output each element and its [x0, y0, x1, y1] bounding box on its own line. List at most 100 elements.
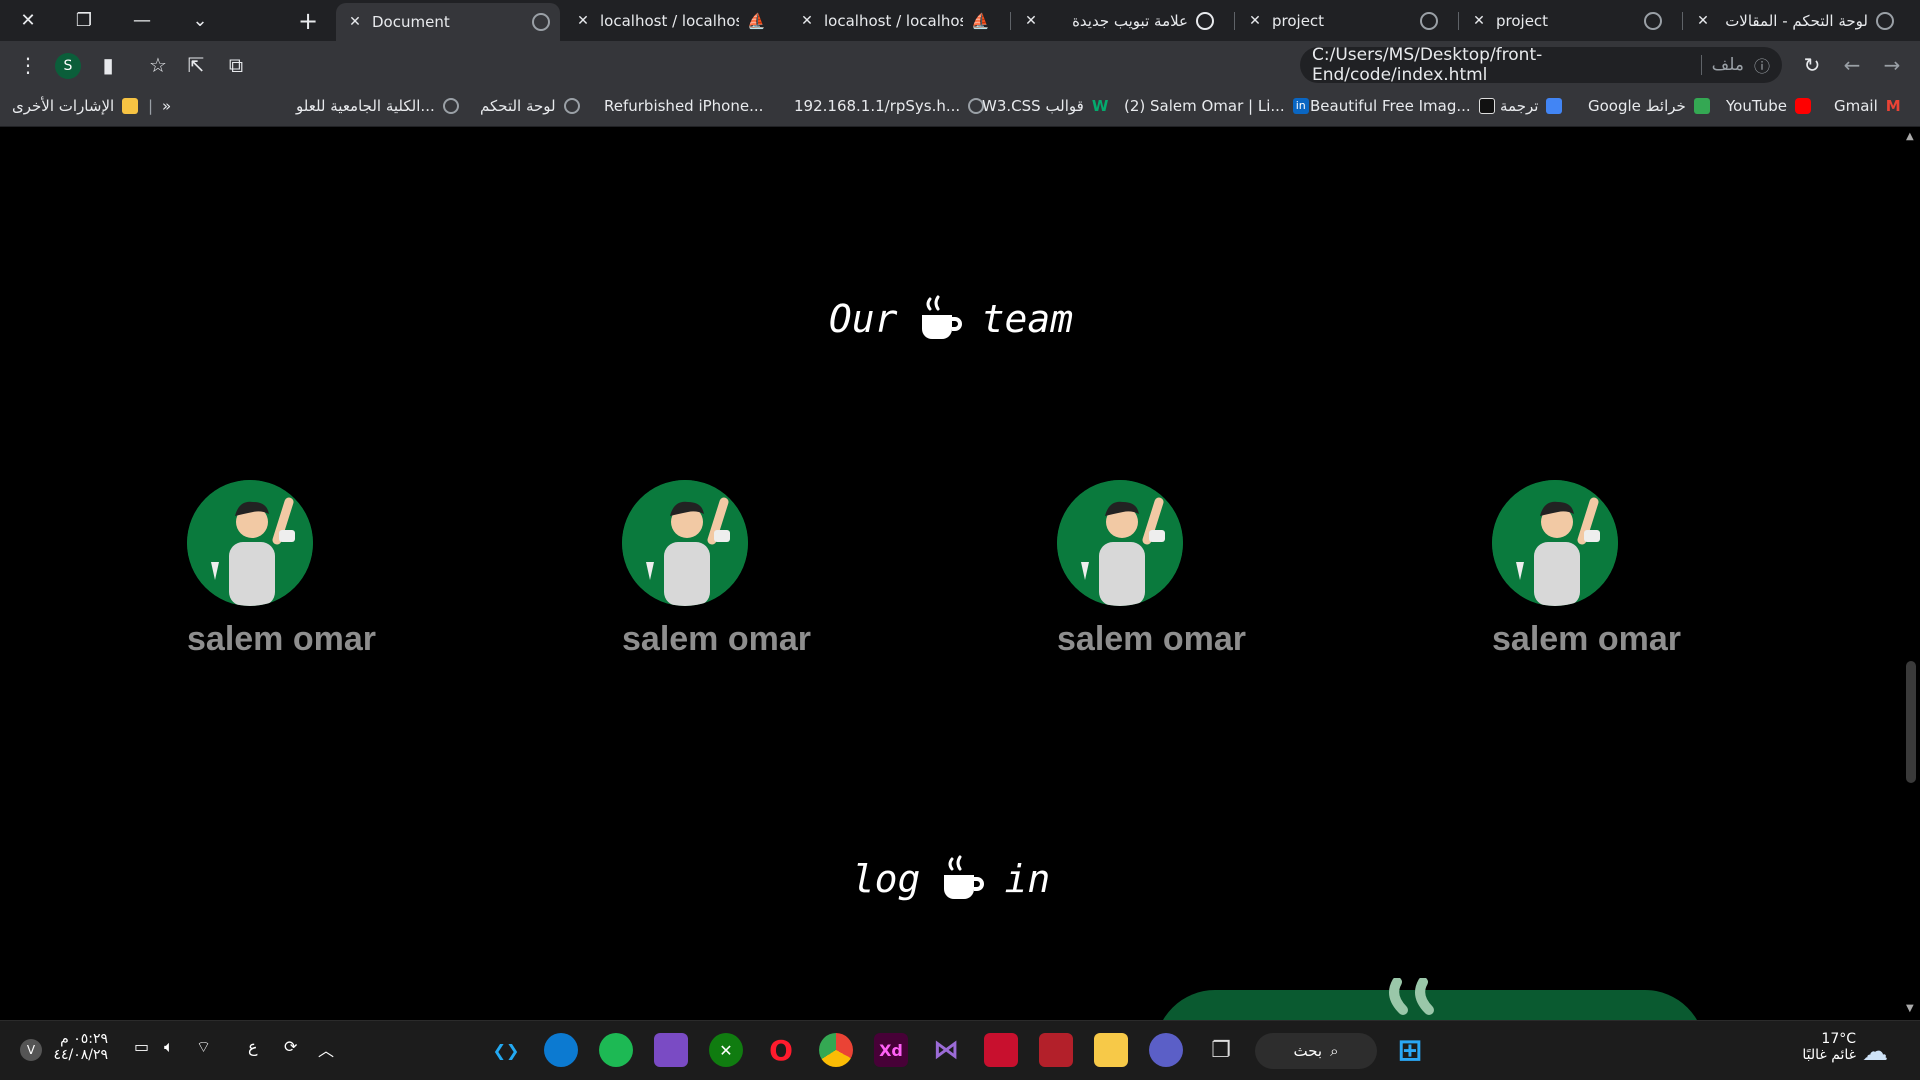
vscode-icon[interactable]: ❮❯	[489, 1033, 523, 1067]
xbox-icon[interactable]: ✕	[709, 1033, 743, 1067]
restore-window-icon[interactable]: ❐	[60, 0, 108, 41]
tab-dashboard-articles[interactable]: ✕ لوحة التحكم - المقالات	[1684, 0, 1904, 41]
profile-avatar[interactable]: S	[55, 53, 81, 79]
taskbar-search[interactable]: بحث ⌕	[1255, 1033, 1377, 1069]
team-member-card: salem omar	[622, 480, 842, 659]
bookmark-star-icon[interactable]: ☆	[144, 51, 172, 79]
new-tab-button[interactable]: +	[284, 0, 332, 41]
close-tab-icon[interactable]: ✕	[1694, 13, 1712, 29]
close-window-icon[interactable]: ✕	[4, 0, 52, 41]
weather-temp: 17°C	[1821, 1031, 1856, 1047]
bookmarks-overflow-button[interactable]: »	[162, 97, 171, 115]
bookmark-item[interactable]: الكلية الجامعية للعلو...	[296, 97, 459, 115]
volume-muted-icon[interactable]: 🔈︎	[164, 1037, 174, 1057]
bookmark-item[interactable]: Refurbished iPhone...	[604, 97, 771, 115]
app-icon[interactable]	[984, 1033, 1018, 1067]
xd-icon[interactable]: Xd	[874, 1033, 908, 1067]
close-tab-icon[interactable]: ✕	[1022, 13, 1040, 29]
battery-icon[interactable]: ▭	[134, 1037, 149, 1056]
tab-localhost-1[interactable]: ✕ localhost / localhost | ⛵	[564, 0, 776, 41]
menu-kebab-icon[interactable]: ⋮	[14, 51, 42, 79]
youtube-icon	[1795, 98, 1811, 114]
steam-icon	[1389, 978, 1434, 1015]
scroll-thumb[interactable]	[1906, 661, 1916, 783]
file-scheme-label: ملف	[1711, 55, 1744, 75]
bookmark-item[interactable]: لوحة التحكم	[480, 97, 580, 115]
tab-new-tab[interactable]: ✕ علامة تبويب جديدة	[1012, 0, 1224, 41]
clock-date: ٤٤/٠٨/٢٩	[53, 1047, 108, 1063]
close-tab-icon[interactable]: ✕	[798, 13, 816, 29]
bookmark-item[interactable]: (2) Salem Omar | Li... in	[1124, 97, 1309, 115]
unsplash-icon	[1478, 98, 1495, 114]
opera-icon[interactable]: O	[764, 1033, 798, 1067]
bookmark-label: (2) Salem Omar | Li...	[1124, 97, 1285, 115]
other-bookmarks-folder[interactable]: الإشارات الأخرى	[12, 97, 139, 115]
login-title-right: in	[1004, 857, 1051, 901]
page-scrollbar[interactable]: ▲ ▼	[1902, 127, 1920, 1020]
folder-icon	[122, 98, 139, 114]
scroll-down-icon[interactable]: ▼	[1906, 1003, 1914, 1014]
share-icon[interactable]: ⇱	[182, 51, 210, 79]
clapper-icon[interactable]	[654, 1033, 688, 1067]
edge-icon[interactable]	[544, 1033, 578, 1067]
team-title-left: Our	[828, 297, 898, 341]
team-title-right: team	[981, 297, 1074, 341]
member-name: salem omar	[1057, 620, 1246, 658]
bookmark-item[interactable]: Gmail M	[1834, 97, 1901, 115]
coffee-cup-icon	[944, 855, 985, 899]
coffee-cup-icon	[921, 295, 962, 339]
visual-studio-icon[interactable]: ⋈	[929, 1033, 963, 1067]
tab-search-chevron-icon[interactable]: ⌄	[176, 0, 224, 41]
minimize-window-icon[interactable]: —	[118, 0, 166, 41]
tray-overflow-chevron-icon[interactable]: ︿	[318, 1037, 334, 1061]
bookmark-item[interactable]: Google خرائط	[1588, 97, 1710, 115]
side-panel-icon[interactable]: ▮	[94, 51, 122, 79]
input-language[interactable]: ع	[248, 1037, 258, 1056]
site-info-icon[interactable]: ⓘ	[1754, 53, 1770, 77]
team-member-card: salem omar	[1492, 480, 1712, 659]
file-explorer-icon[interactable]	[1094, 1033, 1128, 1067]
tab-project-2[interactable]: ✕ project	[1460, 0, 1672, 41]
windows-start-icon[interactable]: ⊞	[1393, 1033, 1427, 1068]
globe-icon	[1644, 11, 1662, 30]
close-tab-icon[interactable]: ✕	[1470, 13, 1488, 29]
translate-icon[interactable]: ⧉	[222, 51, 250, 79]
linkedin-icon: in	[1292, 98, 1309, 114]
bookmark-label: 192.168.1.1/rpSys.h...	[794, 97, 961, 115]
scroll-up-icon[interactable]: ▲	[1906, 131, 1914, 142]
tab-project-1[interactable]: ✕ project	[1236, 0, 1448, 41]
bookmark-label: لوحة التحكم	[480, 97, 556, 115]
wifi-icon[interactable]: ⌔	[196, 1037, 211, 1057]
page-viewport: Our team salem omar salem omar salem oma…	[0, 127, 1902, 1020]
close-tab-icon[interactable]: ✕	[346, 14, 364, 30]
url-text[interactable]: C:/Users/MS/Desktop/front-End/code/index…	[1312, 45, 1691, 85]
back-arrow-icon[interactable]: ←	[1838, 51, 1866, 79]
teams-icon[interactable]	[1149, 1033, 1183, 1067]
spotify-icon[interactable]	[599, 1033, 633, 1067]
tab-localhost-2[interactable]: ✕ localhost / localhost / ⛵	[788, 0, 1000, 41]
bookmark-label: الكلية الجامعية للعلو...	[296, 97, 435, 115]
address-bar[interactable]: C:/Users/MS/Desktop/front-End/code/index…	[1300, 45, 1782, 85]
chrome-icon[interactable]	[819, 1033, 853, 1067]
bookmark-item[interactable]: YouTube	[1726, 97, 1811, 115]
app-icon-2[interactable]	[1039, 1033, 1073, 1067]
close-tab-icon[interactable]: ✕	[574, 13, 592, 29]
task-view-icon[interactable]: ❐	[1204, 1033, 1238, 1067]
bookmark-label: W3.CSS قوالب	[982, 97, 1084, 115]
reload-icon[interactable]: ↻	[1798, 51, 1826, 79]
clock[interactable]: ٠٥:٢٩ م ٤٤/٠٨/٢٩	[52, 1031, 108, 1063]
sync-icon[interactable]: ⟳	[284, 1037, 297, 1056]
tab-title: project	[1272, 11, 1325, 30]
tab-document[interactable]: ✕ Document	[336, 3, 560, 41]
close-tab-icon[interactable]: ✕	[1246, 13, 1264, 29]
forward-arrow-icon[interactable]: →	[1878, 51, 1906, 79]
bookmark-item[interactable]: 192.168.1.1/rpSys.h...	[794, 97, 985, 115]
bookmark-item[interactable]: ترجمة	[1500, 97, 1563, 115]
notification-badge[interactable]: V	[20, 1039, 42, 1061]
bookmark-item[interactable]: W3.CSS قوالب W	[982, 97, 1108, 115]
phpmyadmin-icon: ⛵	[971, 11, 990, 30]
weather-widget[interactable]: 17°C غائم غالبًا	[1796, 1031, 1856, 1063]
search-icon: ⌕	[1330, 1042, 1339, 1060]
search-label: بحث	[1293, 1042, 1323, 1060]
bookmark-item[interactable]: Beautiful Free Imag...	[1310, 97, 1495, 115]
